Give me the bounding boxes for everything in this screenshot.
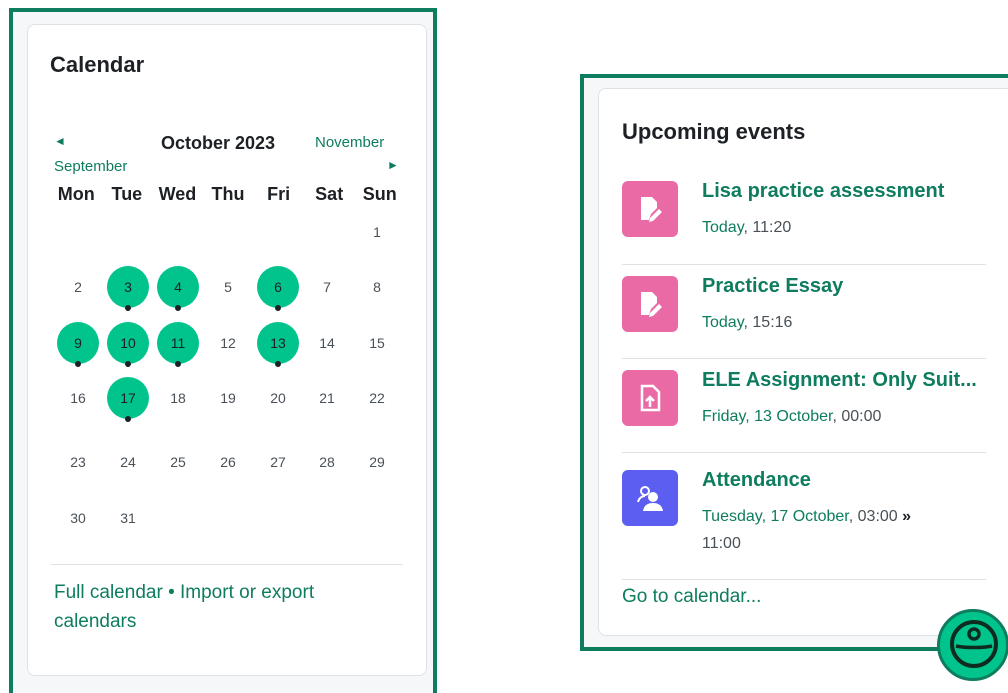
- event-end-time: 11:00: [702, 535, 741, 552]
- attendance-people-icon: [622, 470, 678, 526]
- weekday-label: Mon: [57, 184, 95, 204]
- calendar-title: Calendar: [50, 52, 145, 77]
- calendar-day: 16: [70, 390, 86, 406]
- calendar-day: 1: [373, 224, 381, 240]
- calendar-day[interactable]: 9: [57, 322, 99, 367]
- calendar-day: 26: [220, 454, 236, 470]
- calendar-day[interactable]: 17: [107, 377, 149, 422]
- upcoming-events-block: Upcoming events Lisa practice assessment…: [598, 88, 1008, 636]
- event-date-link[interactable]: Friday, 13 October: [702, 408, 832, 425]
- calendar-day: 12: [220, 335, 236, 351]
- event-indicator-dot: [125, 416, 131, 422]
- calendar-footer: Full calendar • Import or export calenda…: [54, 578, 374, 636]
- event-indicator-dot: [125, 305, 131, 311]
- calendar-block: Calendar ◄ September October 2023 Novemb…: [27, 24, 427, 676]
- event-indicator-dot: [275, 305, 281, 311]
- event-time: Today, 15:16: [702, 309, 962, 336]
- divider: [622, 579, 986, 580]
- footer-separator: •: [168, 582, 175, 603]
- event-link[interactable]: Practice Essay: [702, 275, 843, 298]
- event-link[interactable]: Lisa practice assessment: [702, 180, 944, 203]
- event-indicator-dot: [75, 361, 81, 367]
- calendar-day: 24: [120, 454, 136, 470]
- event-date-link[interactable]: Today: [702, 314, 744, 331]
- event-time-text: , 03:00: [848, 508, 898, 525]
- assignment-edit-icon: [622, 181, 678, 237]
- divider: [622, 264, 986, 265]
- next-month-arrow-icon[interactable]: ►: [387, 159, 399, 171]
- calendar-day[interactable]: 10: [107, 322, 149, 367]
- divider: [622, 358, 986, 359]
- calendar-day[interactable]: 4: [157, 266, 199, 311]
- calendar-day: 29: [369, 454, 385, 470]
- calendar-day: 30: [70, 510, 86, 526]
- go-to-calendar-link[interactable]: Go to calendar...: [622, 586, 761, 608]
- full-calendar-link[interactable]: Full calendar: [54, 582, 163, 603]
- file-upload-icon: [622, 370, 678, 426]
- event-link[interactable]: ELE Assignment: Only Suit...: [702, 369, 977, 392]
- prev-month-link[interactable]: September: [54, 158, 127, 175]
- accessibility-help-icon[interactable]: [937, 609, 1008, 681]
- event-time-text: , 00:00: [832, 408, 882, 425]
- assignment-edit-icon: [622, 276, 678, 332]
- calendar-day[interactable]: 11: [157, 322, 199, 367]
- calendar-day: 28: [319, 454, 335, 470]
- calendar-day: 18: [170, 390, 186, 406]
- weekday-label: Thu: [211, 184, 245, 204]
- calendar-day: 2: [74, 279, 82, 295]
- calendar-day: 14: [319, 335, 335, 351]
- calendar-day: 7: [323, 279, 331, 295]
- event-time: Today, 11:20: [702, 214, 962, 241]
- calendar-day: 25: [170, 454, 186, 470]
- calendar-day[interactable]: 13: [257, 322, 299, 367]
- calendar-day[interactable]: 6: [257, 266, 299, 311]
- calendar-day: 20: [270, 390, 286, 406]
- calendar-day: 27: [270, 454, 286, 470]
- weekday-label: Sat: [315, 184, 344, 204]
- calendar-day: 15: [369, 335, 385, 351]
- divider: [622, 452, 986, 453]
- event-indicator-dot: [275, 361, 281, 367]
- prev-month-arrow-icon[interactable]: ◄: [54, 135, 66, 147]
- event-indicator-dot: [175, 361, 181, 367]
- event-time-text: , 11:20: [743, 219, 792, 236]
- weekday-label: Tue: [111, 184, 143, 204]
- calendar-day: 31: [120, 510, 136, 526]
- divider: [51, 564, 403, 565]
- event-time: Tuesday, 17 October, 03:00 » 11:00: [702, 503, 962, 557]
- event-indicator-dot: [125, 361, 131, 367]
- weekday-label: Sun: [362, 184, 397, 204]
- event-time: Friday, 13 October, 00:00: [702, 403, 962, 430]
- event-date-link[interactable]: Tuesday, 17 October: [702, 508, 849, 525]
- event-range-arrow: »: [902, 508, 912, 525]
- weekday-header: Mon Tue Wed Thu Fri Sat Sun: [51, 184, 405, 205]
- weekday-label: Fri: [267, 184, 291, 204]
- calendar-day: 23: [70, 454, 86, 470]
- calendar-day: 19: [220, 390, 236, 406]
- calendar-day: 5: [224, 279, 232, 295]
- current-month-title: October 2023: [161, 133, 276, 153]
- next-month-link[interactable]: November: [315, 134, 384, 151]
- upcoming-events-title: Upcoming events: [622, 119, 806, 144]
- weekday-label: Wed: [158, 184, 197, 204]
- event-indicator-dot: [175, 305, 181, 311]
- calendar-day: 22: [369, 390, 385, 406]
- event-time-text: , 15:16: [743, 314, 793, 331]
- calendar-day: 8: [373, 279, 381, 295]
- calendar-day[interactable]: 3: [107, 266, 149, 311]
- event-link[interactable]: Attendance: [702, 469, 811, 492]
- calendar-day: 21: [319, 390, 335, 406]
- event-date-link[interactable]: Today: [702, 219, 744, 236]
